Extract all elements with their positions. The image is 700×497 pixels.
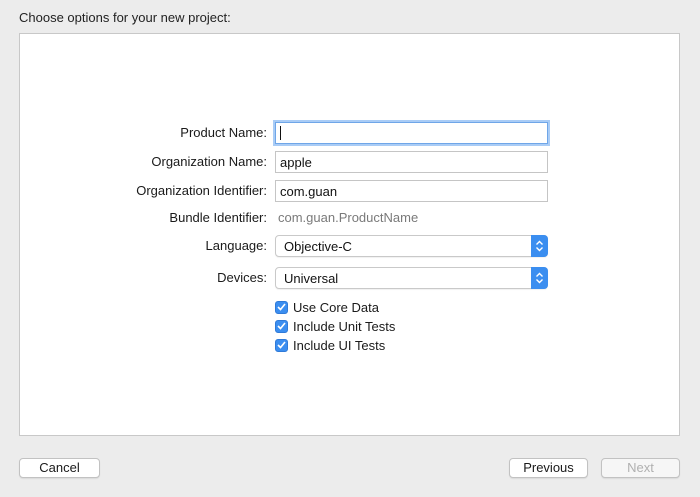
cancel-button[interactable]: Cancel — [19, 458, 100, 478]
language-select[interactable]: Objective-C — [275, 235, 548, 257]
product-name-input[interactable] — [275, 122, 548, 144]
organization-name-label: Organization Name: — [151, 154, 267, 169]
bundle-identifier-value: com.guan.ProductName — [278, 210, 419, 225]
up-down-chevron-icon — [531, 267, 548, 289]
product-name-label: Product Name: — [180, 125, 267, 140]
dialog-title: Choose options for your new project: — [19, 10, 231, 25]
organization-identifier-row: Organization Identifier: com.guan — [0, 180, 700, 202]
organization-name-value: apple — [280, 155, 312, 170]
product-name-row: Product Name: — [0, 122, 700, 144]
include-unit-tests-checkbox[interactable]: Include Unit Tests — [275, 318, 395, 334]
bundle-identifier-label: Bundle Identifier: — [169, 210, 267, 225]
up-down-chevron-icon — [531, 235, 548, 257]
organization-name-row: Organization Name: apple — [0, 151, 700, 173]
devices-label: Devices: — [217, 270, 267, 285]
include-unit-tests-label: Include Unit Tests — [293, 318, 396, 334]
next-button[interactable]: Next — [601, 458, 680, 478]
text-caret — [280, 126, 281, 140]
use-core-data-label: Use Core Data — [293, 299, 379, 315]
devices-select[interactable]: Universal — [275, 267, 548, 289]
devices-row: Devices: Universal — [0, 267, 700, 289]
include-ui-tests-label: Include UI Tests — [293, 337, 386, 353]
organization-name-input[interactable]: apple — [275, 151, 548, 173]
organization-identifier-value: com.guan — [280, 184, 338, 199]
bundle-identifier-row: Bundle Identifier: com.guan.ProductName — [0, 207, 700, 229]
devices-value: Universal — [284, 271, 339, 286]
language-row: Language: Objective-C — [0, 235, 700, 257]
language-value: Objective-C — [284, 239, 352, 254]
use-core-data-checkbox[interactable]: Use Core Data — [275, 299, 379, 315]
organization-identifier-label: Organization Identifier: — [136, 183, 267, 198]
checkmark-icon — [275, 338, 288, 352]
previous-button[interactable]: Previous — [509, 458, 588, 478]
organization-identifier-input[interactable]: com.guan — [275, 180, 548, 202]
include-ui-tests-checkbox[interactable]: Include UI Tests — [275, 337, 385, 353]
checkmark-icon — [275, 300, 288, 314]
checkmark-icon — [275, 319, 288, 333]
language-label: Language: — [205, 238, 267, 253]
